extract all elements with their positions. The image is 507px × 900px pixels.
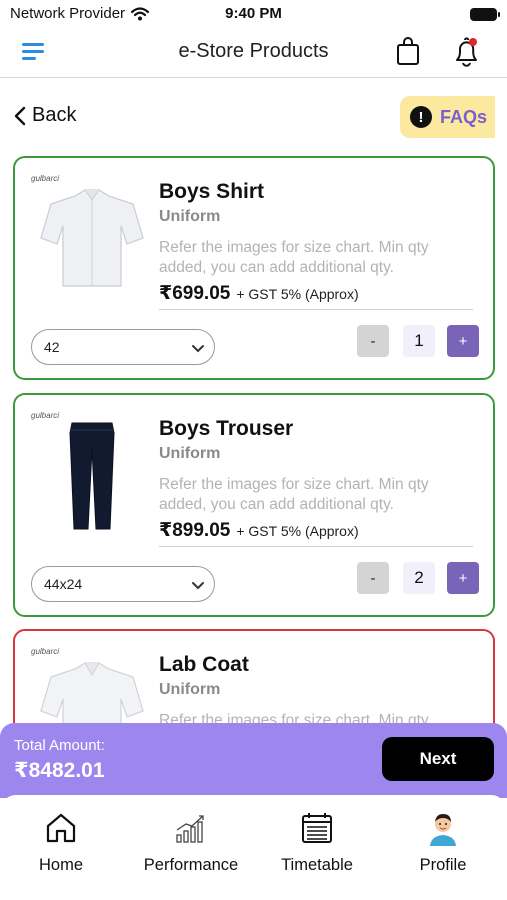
product-name: Lab Coat xyxy=(159,653,249,676)
performance-icon xyxy=(176,815,204,843)
info-icon: ! xyxy=(410,106,432,128)
total-amount: ₹8482.01 xyxy=(14,759,105,782)
back-button[interactable]: Back xyxy=(14,104,76,127)
product-description: Refer the images for size chart. Min qty… xyxy=(159,476,429,513)
product-image-trouser xyxy=(69,422,115,530)
back-label: Back xyxy=(32,104,77,126)
product-category: Uniform xyxy=(159,681,221,698)
total-label: Total Amount: xyxy=(14,737,105,754)
price-row: ₹699.05 + GST 5% (Approx) xyxy=(159,282,473,310)
nav-item-profile[interactable]: Profile xyxy=(378,809,507,875)
app-header: e-Store Products xyxy=(0,28,507,78)
next-button[interactable]: Next xyxy=(382,737,494,781)
profile-avatar xyxy=(430,814,456,846)
nav-item-home[interactable]: Home xyxy=(0,809,126,875)
timetable-icon xyxy=(302,813,332,843)
shopping-bag-icon[interactable] xyxy=(396,36,420,66)
total-bar: Total Amount: ₹8482.01 Next xyxy=(0,723,507,798)
nav-label: Home xyxy=(38,856,83,874)
size-value: 44x24 xyxy=(44,576,83,592)
product-description: Refer the images for size chart. Min qty… xyxy=(159,239,429,276)
chevron-down-icon xyxy=(192,345,204,353)
product-image-shirt xyxy=(40,189,144,287)
page-title: e-Store Products xyxy=(178,40,329,62)
gst-note: + GST 5% (Approx) xyxy=(236,286,359,302)
status-time: 9:40 PM xyxy=(225,5,282,22)
bottom-nav: Home Performance Timetable Profile xyxy=(0,795,507,900)
product-category: Uniform xyxy=(159,208,221,225)
product-category: Uniform xyxy=(159,445,221,462)
size-select[interactable]: 42 xyxy=(31,329,215,365)
faq-button[interactable]: ! FAQs xyxy=(400,96,495,138)
chevron-left-icon xyxy=(14,106,26,125)
nav-label: Timetable xyxy=(281,856,353,874)
size-select[interactable]: 44x24 xyxy=(31,566,215,602)
chevron-down-icon xyxy=(192,582,204,590)
quantity-increase-button[interactable]: + xyxy=(447,562,479,594)
faq-label: FAQs xyxy=(440,106,488,127)
quantity-value: 1 xyxy=(403,325,435,357)
product-price: ₹699.05 xyxy=(159,283,231,304)
nav-item-performance[interactable]: Performance xyxy=(126,809,256,875)
price-row: ₹899.05 + GST 5% (Approx) xyxy=(159,519,473,547)
product-card: gulbarci Boys Trouser Uniform Refer the … xyxy=(13,393,495,617)
home-icon xyxy=(46,813,76,843)
product-name: Boys Trouser xyxy=(159,417,294,440)
quantity-decrease-button[interactable]: - xyxy=(357,325,389,357)
battery-icon xyxy=(470,8,500,21)
quantity-decrease-button[interactable]: - xyxy=(357,562,389,594)
product-price: ₹899.05 xyxy=(159,520,231,541)
size-value: 42 xyxy=(44,339,60,355)
product-card: gulbarci Boys Shirt Uniform Refer the im… xyxy=(13,156,495,380)
nav-item-timetable[interactable]: Timetable xyxy=(252,809,382,875)
nav-label: Profile xyxy=(419,856,467,874)
nav-label: Performance xyxy=(143,856,239,874)
quantity-value: 2 xyxy=(403,562,435,594)
notification-bell-icon[interactable] xyxy=(451,36,483,70)
status-bar: Network Provider 9:40 PM xyxy=(0,0,507,28)
quantity-increase-button[interactable]: + xyxy=(447,325,479,357)
product-name: Boys Shirt xyxy=(159,180,265,203)
gst-note: + GST 5% (Approx) xyxy=(236,523,359,539)
